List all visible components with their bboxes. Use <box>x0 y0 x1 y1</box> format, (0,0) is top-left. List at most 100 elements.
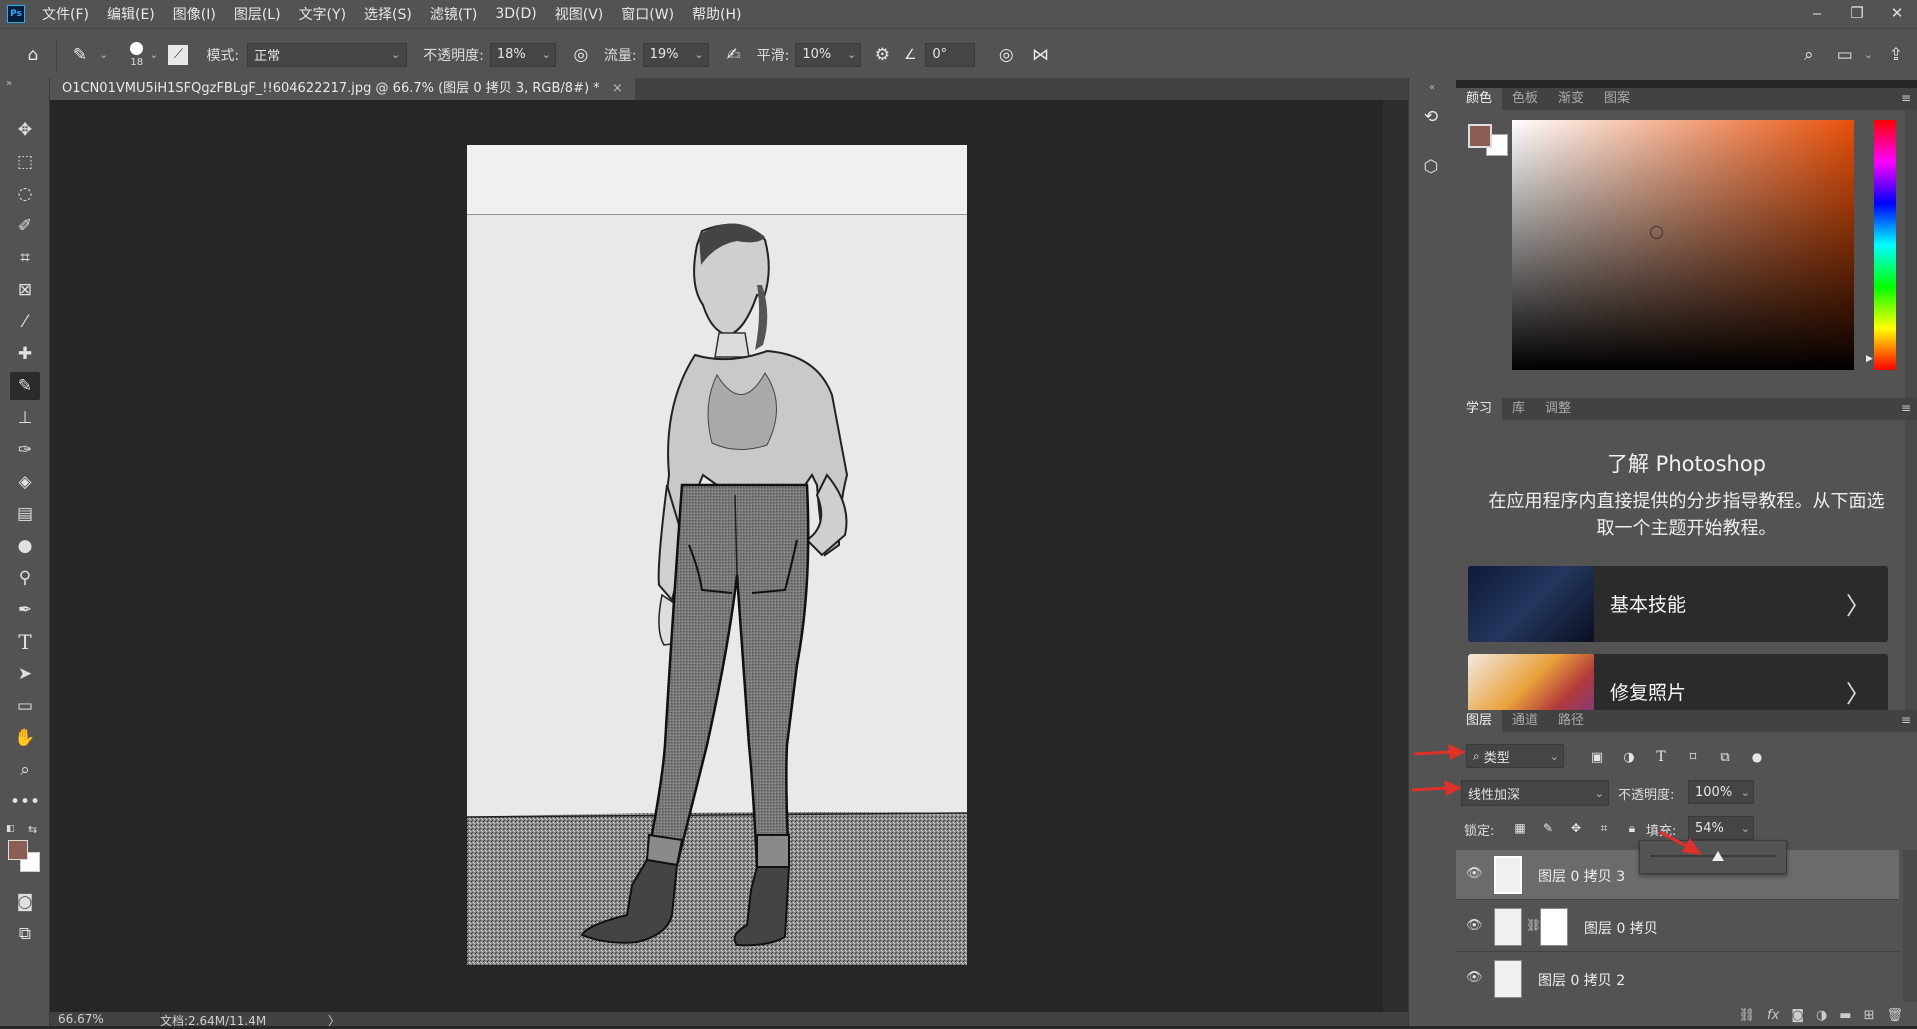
brush-size-picker[interactable]: 18 <box>130 41 144 68</box>
airbrush-icon[interactable]: ✍ <box>721 42 747 68</box>
filter-toggle-icon[interactable]: ● <box>1746 746 1768 768</box>
color-panel-scrollbar[interactable] <box>1905 110 1917 400</box>
history-brush-tool-icon[interactable]: ✑ <box>10 436 40 464</box>
layer-opacity-input[interactable]: 100% ⌄ <box>1688 780 1754 804</box>
add-mask-icon[interactable]: ◙ <box>1791 1008 1804 1023</box>
brush-tool-icon[interactable]: ✎ <box>10 372 40 400</box>
tab-paths[interactable]: 路径 <box>1548 710 1594 732</box>
lock-transparent-icon[interactable]: ▦ <box>1510 818 1530 838</box>
workspace-icon[interactable]: ▭ <box>1832 42 1858 68</box>
menu-3d[interactable]: 3D(D) <box>486 6 545 22</box>
more-tools-icon[interactable]: ••• <box>10 788 40 816</box>
learn-panel-scrollbar[interactable] <box>1905 420 1917 710</box>
gear-icon[interactable]: ⚙ <box>869 42 895 68</box>
close-window-button[interactable]: ✕ <box>1877 0 1917 28</box>
chevron-down-icon[interactable]: ⌄ <box>1864 48 1873 61</box>
link-chain-icon[interactable]: ⛓︎ <box>1526 918 1541 932</box>
layer-name[interactable]: 图层 0 拷贝 2 <box>1538 970 1625 990</box>
quick-select-tool-icon[interactable]: ✐ <box>10 212 40 240</box>
marquee-tool-icon[interactable]: ⬚ <box>10 148 40 176</box>
opacity-input[interactable]: 18% ⌄ <box>489 42 556 67</box>
mode-select[interactable]: 正常 ⌄ <box>247 42 408 67</box>
menu-file[interactable]: 文件(F) <box>33 4 98 24</box>
lasso-tool-icon[interactable]: ◌ <box>10 180 40 208</box>
color-picker-handle[interactable] <box>1650 226 1663 239</box>
menu-layer[interactable]: 图层(L) <box>225 4 290 24</box>
visibility-eye-icon[interactable]: 👁︎ <box>1466 970 1483 986</box>
hue-slider-handle[interactable]: ▶ <box>1866 354 1873 364</box>
search-icon[interactable]: ⌕ <box>1796 42 1822 68</box>
dodge-tool-icon[interactable]: ⚲ <box>10 564 40 592</box>
filter-type-icon[interactable]: T <box>1650 746 1672 768</box>
menu-image[interactable]: 图像(I) <box>164 4 225 24</box>
filter-pixel-icon[interactable]: ▣ <box>1586 746 1608 768</box>
adjustment-layer-icon[interactable]: ◑ <box>1816 1008 1827 1023</box>
eyedropper-tool-icon[interactable]: ⁄ <box>10 308 40 336</box>
rectangle-tool-icon[interactable]: ▭ <box>10 692 40 720</box>
tab-libraries[interactable]: 库 <box>1502 398 1535 420</box>
layer-mask-thumbnail[interactable] <box>1540 908 1568 946</box>
panel-menu-icon[interactable]: ≡ <box>1901 401 1911 415</box>
type-tool-icon[interactable]: T <box>10 628 40 656</box>
layers-scrollbar[interactable] <box>1903 850 1917 1002</box>
filter-adjustment-icon[interactable]: ◑ <box>1618 746 1640 768</box>
panel-menu-icon[interactable]: ≡ <box>1901 713 1911 727</box>
history-panel-icon[interactable]: ⟲ <box>1418 104 1444 130</box>
menu-select[interactable]: 选择(S) <box>355 4 421 24</box>
tutorial-card-fix-photo[interactable]: 修复照片 〉 <box>1468 654 1888 710</box>
status-arrow-icon[interactable]: 〉 <box>328 1012 340 1029</box>
swap-colors-icon[interactable]: ⇆ <box>28 823 37 836</box>
crop-tool-icon[interactable]: ⌗ <box>10 244 40 272</box>
default-colors-icon[interactable]: ◧ <box>6 824 15 834</box>
zoom-tool-icon[interactable]: ⌕ <box>10 756 40 784</box>
foreground-color-swatch[interactable] <box>1468 124 1492 148</box>
tab-patterns[interactable]: 图案 <box>1594 88 1640 110</box>
layer-row[interactable]: 👁︎ ⛓︎ 图层 0 拷贝 <box>1456 902 1899 952</box>
smoothing-input[interactable]: 10% ⌄ <box>795 42 862 67</box>
flow-input[interactable]: 19% ⌄ <box>642 42 709 67</box>
new-group-icon[interactable]: ▬ <box>1839 1008 1851 1023</box>
lock-position-icon[interactable]: ✥ <box>1566 818 1586 838</box>
filter-smart-object-icon[interactable]: ⧉ <box>1714 746 1736 768</box>
3d-panel-icon[interactable]: ⬡ <box>1418 154 1444 180</box>
new-layer-icon[interactable]: ⊞ <box>1864 1008 1875 1023</box>
menu-view[interactable]: 视图(V) <box>546 4 613 24</box>
symmetry-butterfly-icon[interactable]: ⋈ <box>1027 42 1053 68</box>
screen-mode-icon[interactable]: ⧉ <box>10 920 40 948</box>
path-selection-tool-icon[interactable]: ➤ <box>10 660 40 688</box>
link-layers-icon[interactable]: ⛓︎ <box>1739 1008 1756 1023</box>
color-field[interactable] <box>1512 120 1854 370</box>
layer-name[interactable]: 图层 0 拷贝 3 <box>1538 866 1625 886</box>
document-tab[interactable]: O1CN01VMU5iH1SFQgzFBLgF_!!604622217.jpg … <box>50 78 635 100</box>
eraser-tool-icon[interactable]: ◈ <box>10 468 40 496</box>
menu-filter[interactable]: 滤镜(T) <box>421 4 486 24</box>
hand-tool-icon[interactable]: ✋ <box>10 724 40 752</box>
minimize-button[interactable]: ‒ <box>1797 0 1837 28</box>
quick-mask-icon[interactable]: ◙ <box>10 888 40 916</box>
lock-artboard-icon[interactable]: ⌗ <box>1594 818 1614 838</box>
fill-slider-thumb[interactable] <box>1712 851 1725 861</box>
expand-icon[interactable]: « <box>1429 82 1435 93</box>
blur-tool-icon[interactable]: ● <box>10 532 40 560</box>
layer-name[interactable]: 图层 0 拷贝 <box>1584 918 1658 938</box>
menu-edit[interactable]: 编辑(E) <box>98 4 164 24</box>
restore-button[interactable]: ❐ <box>1837 0 1877 28</box>
lock-all-icon[interactable]: 🔒︎ <box>1622 818 1642 838</box>
brush-settings-icon[interactable]: ⟋ <box>168 44 189 65</box>
pressure-size-icon[interactable]: ◎ <box>993 42 1019 68</box>
panel-menu-icon[interactable]: ≡ <box>1901 91 1911 105</box>
home-icon[interactable]: ⌂ <box>20 42 46 68</box>
fill-input[interactable]: 54% ⌄ <box>1688 816 1754 840</box>
menu-help[interactable]: 帮助(H) <box>683 4 750 24</box>
tab-gradients[interactable]: 渐变 <box>1548 88 1594 110</box>
fx-icon[interactable]: fx <box>1767 1008 1779 1023</box>
angle-input[interactable]: 0° <box>925 42 976 67</box>
layer-filter-select[interactable]: ⌕ 类型 ⌄ <box>1466 744 1564 768</box>
healing-brush-tool-icon[interactable]: ✚ <box>10 340 40 368</box>
tab-color[interactable]: 颜色 <box>1456 88 1503 110</box>
tab-layers[interactable]: 图层 <box>1456 710 1503 732</box>
lock-pixels-icon[interactable]: ✎ <box>1538 818 1558 838</box>
gradient-tool-icon[interactable]: ▤ <box>10 500 40 528</box>
tab-learn[interactable]: 学习 <box>1456 398 1503 420</box>
blend-mode-select[interactable]: 线性加深 ⌄ <box>1461 780 1609 806</box>
